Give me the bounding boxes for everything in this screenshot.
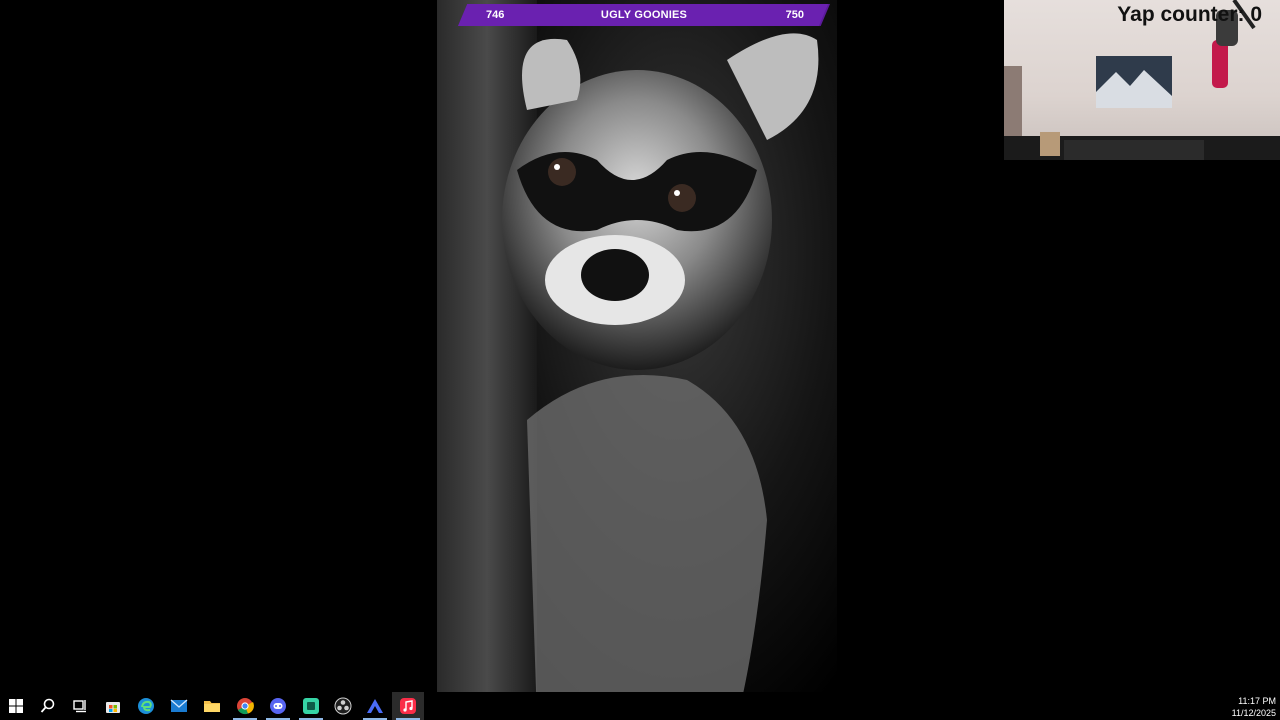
start-button[interactable] bbox=[0, 692, 32, 720]
raccoon-image bbox=[437, 0, 819, 720]
sub-goal-bar: 746 UGLY GOONIES 750 bbox=[458, 4, 830, 26]
microsoft-store-icon bbox=[106, 702, 120, 713]
taskbar-discord[interactable] bbox=[262, 692, 294, 720]
chrome-icon bbox=[237, 698, 254, 715]
system-clock[interactable]: 11:17 PM 11/12/2025 bbox=[1232, 695, 1276, 719]
discord-icon bbox=[270, 698, 286, 714]
taskbar-app[interactable] bbox=[295, 692, 327, 720]
yap-counter: Yap counter: 0 bbox=[1117, 3, 1262, 26]
taskbar-microsoft-store[interactable] bbox=[97, 692, 129, 720]
apple-music-icon bbox=[400, 698, 416, 714]
goal-title: UGLY GOONIES bbox=[600, 9, 688, 21]
obs-icon bbox=[334, 697, 352, 715]
taskbar-obs[interactable] bbox=[327, 692, 359, 720]
taskbar-apple-music[interactable] bbox=[392, 692, 424, 720]
search-button[interactable] bbox=[32, 692, 64, 720]
taskbar-edge[interactable] bbox=[130, 692, 162, 720]
taskbar-chrome[interactable] bbox=[229, 692, 261, 720]
windows-start-icon bbox=[9, 699, 23, 713]
app-icon bbox=[303, 698, 319, 714]
task-view-icon bbox=[73, 700, 86, 713]
desktop-wallpaper bbox=[437, 0, 837, 720]
taskbar-app-blue[interactable] bbox=[359, 692, 391, 720]
goal-target-count: 750 bbox=[785, 9, 804, 21]
file-explorer-icon bbox=[204, 701, 220, 712]
taskbar: 11:17 PM 11/12/2025 bbox=[0, 692, 1280, 720]
clock-time: 11:17 PM bbox=[1238, 696, 1276, 706]
mail-icon bbox=[170, 699, 188, 712]
taskbar-mail[interactable] bbox=[163, 692, 195, 720]
edge-icon bbox=[138, 698, 154, 714]
taskbar-file-explorer[interactable] bbox=[196, 692, 228, 720]
search-icon bbox=[40, 698, 55, 713]
task-view-button[interactable] bbox=[64, 692, 96, 720]
app-icon-blue bbox=[367, 699, 383, 713]
webcam-feed: Yap counter: 0 bbox=[1004, 0, 1280, 160]
clock-date: 11/12/2025 bbox=[1231, 708, 1276, 718]
